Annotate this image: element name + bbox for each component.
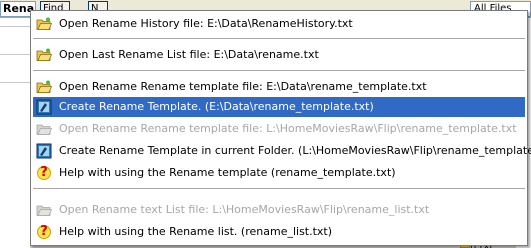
menu-open-template-homemovies[interactable]: Open Rename Rename template file: L:\Hom… (33, 119, 525, 139)
list-row-divider (0, 26, 30, 27)
menu-open-rename-history[interactable]: Open Rename History file: E:\Data\Rename… (33, 14, 525, 34)
folder-open-icon (36, 202, 52, 218)
menu-separator (33, 188, 525, 189)
template-icon (36, 99, 52, 115)
menu-separator (33, 38, 525, 39)
menu-create-rename-template[interactable]: Create Rename Template. (E:\Data\rename_… (33, 97, 525, 117)
list-row-divider (0, 82, 30, 83)
help-icon: ? (36, 165, 52, 181)
menu-open-template-data[interactable]: Open Rename Rename template file: E:\Dat… (33, 77, 525, 97)
menu-item-label: Create Rename Template in current Folder… (59, 144, 531, 157)
menu-item-label: Open Rename Rename template file: L:\Hom… (59, 122, 517, 135)
menu-item-label: Open Last Rename List file: E:\Data\rena… (59, 48, 319, 61)
menu-item-label: Help with using the Rename template (ren… (59, 166, 396, 179)
help-icon: ? (36, 224, 52, 240)
menu-item-label: Open Rename History file: E:\Data\Rename… (59, 17, 353, 30)
menu-item-label: Create Rename Template. (E:\Data\rename_… (59, 100, 374, 113)
folder-open-icon (36, 79, 52, 95)
rename-context-menu: Open Rename History file: E:\Data\Rename… (30, 10, 531, 246)
menu-open-last-rename-list[interactable]: Open Last Rename List file: E:\Data\rena… (33, 45, 525, 65)
help-glyph: ? (37, 225, 51, 239)
menu-open-rename-text-list[interactable]: Open Rename text List file: L:\HomeMovie… (33, 200, 525, 220)
folder-open-icon (36, 121, 52, 137)
menu-help-rename-list[interactable]: ? Help with using the Rename list. (rena… (33, 222, 525, 242)
background-list (0, 18, 30, 248)
menu-create-template-current-folder[interactable]: Create Rename Template in current Folder… (33, 141, 531, 161)
folder-open-icon (36, 47, 52, 63)
menu-item-label: Open Rename Rename template file: E:\Dat… (59, 80, 427, 93)
menu-item-label: Help with using the Rename list. (rename… (59, 225, 333, 238)
folder-open-icon (36, 16, 52, 32)
menu-item-label: Open Rename text List file: L:\HomeMovie… (59, 203, 430, 216)
template-icon (36, 143, 52, 159)
help-glyph: ? (37, 166, 51, 180)
menu-separator (33, 70, 525, 71)
list-row-divider (0, 54, 30, 55)
menu-help-rename-template[interactable]: ? Help with using the Rename template (r… (33, 163, 525, 183)
